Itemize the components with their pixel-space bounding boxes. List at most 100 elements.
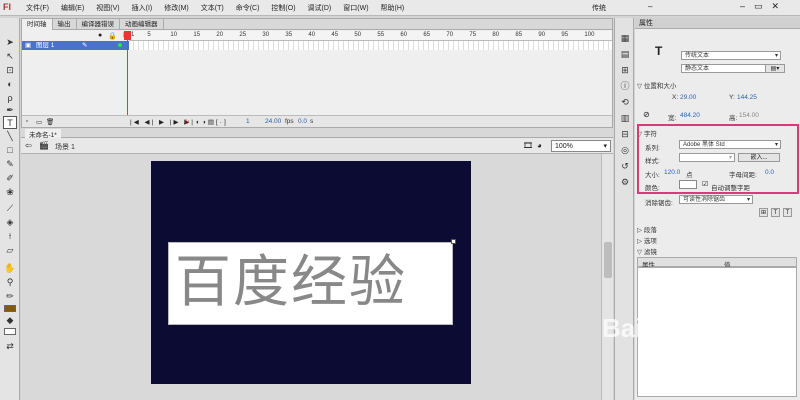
pencil-tool-icon[interactable]: ✎ <box>3 158 17 171</box>
new-layer-icon[interactable]: ▫ <box>26 118 28 125</box>
3d-rotation-tool-icon[interactable]: ◐ <box>3 78 17 91</box>
stage-text[interactable]: 百度经验 <box>175 247 407 317</box>
components-panel-icon[interactable]: ⊟ <box>618 128 632 141</box>
zoom-select[interactable]: 100% ▾ <box>551 140 611 152</box>
swatches-panel-icon[interactable]: ▤ <box>618 48 632 61</box>
hand-tool-icon[interactable]: ✋ <box>3 262 17 275</box>
ruler-label: 80 <box>492 32 500 38</box>
options-section-header[interactable]: ▷ 选项 <box>637 235 657 245</box>
new-folder-icon[interactable]: ▭ <box>36 118 42 126</box>
ruler-label: 20 <box>216 32 224 38</box>
selectable-button[interactable]: ⊞ <box>759 208 768 217</box>
ruler-label: 40 <box>308 32 316 38</box>
window-restore-icon[interactable]: ▭ <box>754 1 763 12</box>
menu-item-3[interactable]: 插入(I) <box>132 3 153 13</box>
line-tool-icon[interactable]: ╲ <box>3 130 17 143</box>
height-value[interactable]: 154.00 <box>739 112 759 119</box>
timeline-tabs: 时间轴 输出 编译器错误 动画编辑器 <box>22 19 612 30</box>
zoom-value: 100% <box>555 143 573 150</box>
text-engine-select[interactable]: 传统文本 ▾ <box>681 51 781 60</box>
fill-color-icon[interactable]: ◆ <box>3 314 17 327</box>
render-html-button[interactable]: T <box>771 208 780 217</box>
timeline-tab-0[interactable]: 时间轴 <box>22 19 53 30</box>
library-panel-icon[interactable]: ▥ <box>618 112 632 125</box>
frame-rate[interactable]: 24.00 <box>265 118 281 125</box>
playhead[interactable] <box>127 31 128 115</box>
timeline-tab-1[interactable]: 输出 <box>53 19 77 30</box>
history-panel-icon[interactable]: ↺ <box>618 160 632 173</box>
ruler-label: 60 <box>400 32 408 38</box>
delete-layer-icon[interactable]: 🗑 <box>46 118 54 126</box>
text-field[interactable]: 百度经验 <box>168 239 456 325</box>
back-arrow-icon[interactable]: ⇦ <box>25 141 32 150</box>
eye-icon[interactable]: ● <box>98 32 102 40</box>
deco-tool-icon[interactable]: ❀ <box>3 186 17 199</box>
layer-frames[interactable] <box>129 41 612 50</box>
lock-icon[interactable]: 🔒 <box>108 32 117 40</box>
brush-tool-icon[interactable]: ✐ <box>3 172 17 185</box>
border-button[interactable]: T <box>783 208 792 217</box>
menu-item-7[interactable]: 控制(O) <box>271 3 295 13</box>
menu-item-6[interactable]: 命令(C) <box>236 3 260 13</box>
menu-item-9[interactable]: 窗口(W) <box>343 3 368 13</box>
rectangle-tool-icon[interactable]: □ <box>3 144 17 157</box>
eraser-tool-icon[interactable]: ▱ <box>3 244 17 257</box>
tools-panel: ➤ ↖ ⊡ ◐ ρ ✒ T ╲ □ ✎ ✐ ❀ ⟋ ◈ ⟊ ▱ ✋ ⚲ ✏ ◆ … <box>0 18 20 400</box>
menu-item-1[interactable]: 编辑(E) <box>61 3 84 13</box>
ruler-label: 100 <box>584 32 595 38</box>
text-tool-icon[interactable]: T <box>3 116 17 129</box>
align-panel-icon[interactable]: ⊞ <box>618 64 632 77</box>
subselection-tool-icon[interactable]: ↖ <box>3 50 17 63</box>
ruler-label: 70 <box>446 32 454 38</box>
selection-tool-icon[interactable]: ➤ <box>3 36 17 49</box>
edit-symbol-icon[interactable]: ◕ <box>537 141 542 150</box>
motion-presets-icon[interactable]: ◎ <box>618 144 632 157</box>
window-close-icon[interactable]: ✕ <box>772 1 780 12</box>
text-orientation-button[interactable]: ▤▾ <box>765 64 785 73</box>
width-value[interactable]: 484.20 <box>680 112 700 119</box>
watermark-url: jingyan.baidu.com <box>688 370 761 380</box>
edit-scene-icon[interactable]: 🎞 <box>523 141 533 150</box>
anti-alias-select[interactable]: 可读性消除锯齿 ▾ <box>679 195 753 204</box>
ruler-label: 55 <box>377 32 385 38</box>
workspace-switcher[interactable]: 传统 <box>592 3 606 13</box>
stage-vertical-scrollbar[interactable] <box>601 154 613 400</box>
onion-skin-icons[interactable]: ◐◑▤[·] <box>196 118 228 126</box>
color-panel-icon[interactable]: ▦ <box>618 32 632 45</box>
position-section-header[interactable]: ▽ 位置和大小 <box>637 80 676 90</box>
layer-row[interactable]: ▣ 图层 1 ✎ ■ <box>22 41 129 50</box>
free-transform-tool-icon[interactable]: ⊡ <box>3 64 17 77</box>
paint-bucket-tool-icon[interactable]: ◈ <box>3 216 17 229</box>
text-tool-badge-icon: T <box>655 44 663 58</box>
eyedropper-tool-icon[interactable]: ⟊ <box>3 230 17 243</box>
fill-color-swatch[interactable] <box>4 328 16 335</box>
link-icon[interactable]: ⊘ <box>643 110 650 119</box>
actions-panel-icon[interactable]: ⚙ <box>618 176 632 189</box>
window-minimize-icon[interactable]: – <box>740 1 745 12</box>
paragraph-section-header[interactable]: ▷ 段落 <box>637 224 657 234</box>
timeline-tab-3[interactable]: 动画编辑器 <box>120 19 164 30</box>
minimize-icon[interactable]: – <box>648 2 652 11</box>
menu-item-5[interactable]: 文本(T) <box>201 3 224 13</box>
stroke-color-swatch[interactable] <box>4 305 16 312</box>
menu-item-8[interactable]: 调试(D) <box>308 3 332 13</box>
menu-item-2[interactable]: 视图(V) <box>96 3 119 13</box>
transform-panel-icon[interactable]: ⟲ <box>618 96 632 109</box>
timeline-tab-2[interactable]: 编译器错误 <box>77 19 120 30</box>
y-value[interactable]: 144.25 <box>737 94 757 101</box>
loop-icon[interactable]: ↻ <box>184 118 189 126</box>
swap-colors-icon[interactable]: ⇄ <box>3 340 17 353</box>
scrollbar-thumb[interactable] <box>604 242 612 278</box>
menu-item-10[interactable]: 帮助(H) <box>381 3 405 13</box>
resize-handle[interactable] <box>451 239 456 244</box>
bone-tool-icon[interactable]: ⟋ <box>3 202 17 215</box>
ruler-label: 10 <box>170 32 178 38</box>
info-panel-icon[interactable]: ⓘ <box>618 80 632 93</box>
menu-item-0[interactable]: 文件(F) <box>26 3 49 13</box>
x-value[interactable]: 29.00 <box>680 94 696 101</box>
filters-section-header[interactable]: ▽ 滤镜 <box>637 246 657 256</box>
stroke-color-icon[interactable]: ✏ <box>3 290 17 303</box>
menu-item-4[interactable]: 修改(M) <box>164 3 189 13</box>
scene-name[interactable]: 场景 1 <box>55 142 75 152</box>
zoom-tool-icon[interactable]: ⚲ <box>3 276 17 289</box>
